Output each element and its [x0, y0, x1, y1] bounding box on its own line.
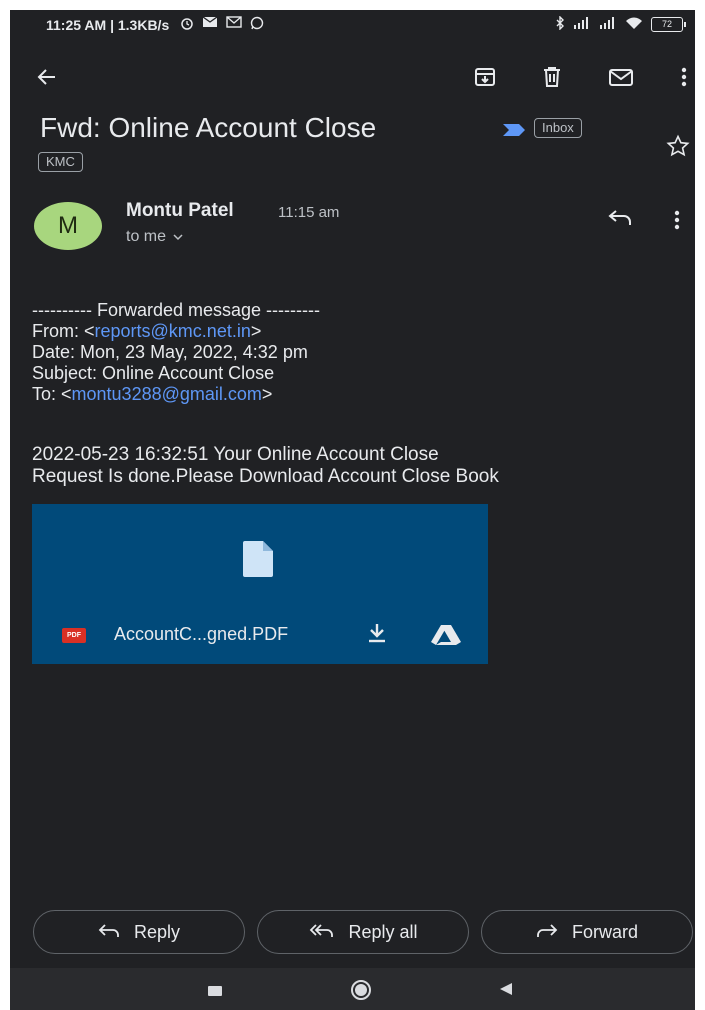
recipient-label: to me [126, 228, 167, 245]
recents-icon[interactable] [208, 986, 222, 996]
avatar[interactable]: M [34, 202, 102, 250]
more-vert-icon[interactable] [669, 62, 695, 92]
mail-icon [202, 16, 218, 33]
forward-icon [536, 922, 558, 943]
forward-label: Forward [571, 921, 638, 942]
forwarded-to: To: <montu3288@gmail.com> [32, 384, 273, 404]
label-kmc[interactable]: KMC [38, 152, 83, 172]
alarm-icon [180, 16, 194, 33]
message-body: 2022-05-23 16:32:51 Your Online Account … [32, 444, 499, 487]
email-screen: 11:25 AM | 1.3KB/s 72 Fwd: Online Accoun… [10, 10, 695, 1010]
forwarded-message: ---------- Forwarded message --------- F… [32, 300, 320, 405]
more-vert-icon[interactable] [674, 210, 680, 235]
forwarded-from: From: <reports@kmc.net.in> [32, 321, 262, 341]
archive-icon[interactable] [470, 62, 500, 92]
attachment-card[interactable]: PDF AccountC...gned.PDF [32, 504, 488, 664]
sender-name: Montu Patel [126, 200, 234, 221]
star-icon[interactable] [666, 134, 690, 163]
signal-icon [573, 17, 591, 32]
email-subject: Fwd: Online Account Close [40, 112, 377, 143]
reply-all-button[interactable]: Reply all [257, 910, 469, 954]
status-time: 11:25 AM | 1.3KB/s [46, 17, 170, 33]
reply-button[interactable]: Reply [33, 910, 245, 954]
from-email-link[interactable]: reports@kmc.net.in [95, 321, 251, 341]
document-icon [242, 540, 276, 583]
download-icon[interactable] [366, 622, 388, 649]
back-triangle-icon[interactable] [498, 982, 514, 1001]
delete-icon[interactable] [537, 62, 567, 92]
attachment-filename: AccountC...gned.PDF [114, 624, 289, 644]
reply-all-icon [308, 922, 334, 943]
forwarded-header: ---------- Forwarded message --------- [32, 300, 320, 320]
bluetooth-icon [555, 15, 565, 33]
importance-marker-icon[interactable] [501, 122, 527, 143]
back-arrow-icon[interactable] [32, 62, 62, 92]
sender-time: 11:15 am [278, 204, 340, 221]
forwarded-date: Date: Mon, 23 May, 2022, 4:32 pm [32, 342, 308, 362]
to-email-link[interactable]: montu3288@gmail.com [72, 384, 262, 404]
drive-icon[interactable] [430, 624, 462, 651]
reply-label: Reply [133, 921, 181, 942]
pdf-icon: PDF [62, 628, 86, 643]
forward-button[interactable]: Forward [481, 910, 693, 954]
wifi-icon [625, 17, 643, 33]
label-inbox[interactable]: Inbox [534, 118, 582, 138]
reply-icon [98, 922, 120, 943]
whatsapp-icon [250, 16, 264, 33]
system-nav-bar [10, 968, 695, 1010]
forwarded-subject: Subject: Online Account Close [32, 363, 275, 383]
status-bar: 11:25 AM | 1.3KB/s 72 [10, 10, 695, 42]
battery-icon: 72 [651, 17, 686, 32]
reply-all-label: Reply all [348, 921, 418, 942]
signal-icon [599, 17, 617, 32]
home-icon[interactable] [351, 980, 371, 1000]
mark-unread-icon[interactable] [606, 62, 636, 92]
recipient-details-toggle[interactable]: to me [126, 228, 184, 246]
reply-icon[interactable] [606, 208, 634, 233]
chevron-down-icon [172, 228, 184, 246]
gmail-icon [226, 16, 242, 33]
